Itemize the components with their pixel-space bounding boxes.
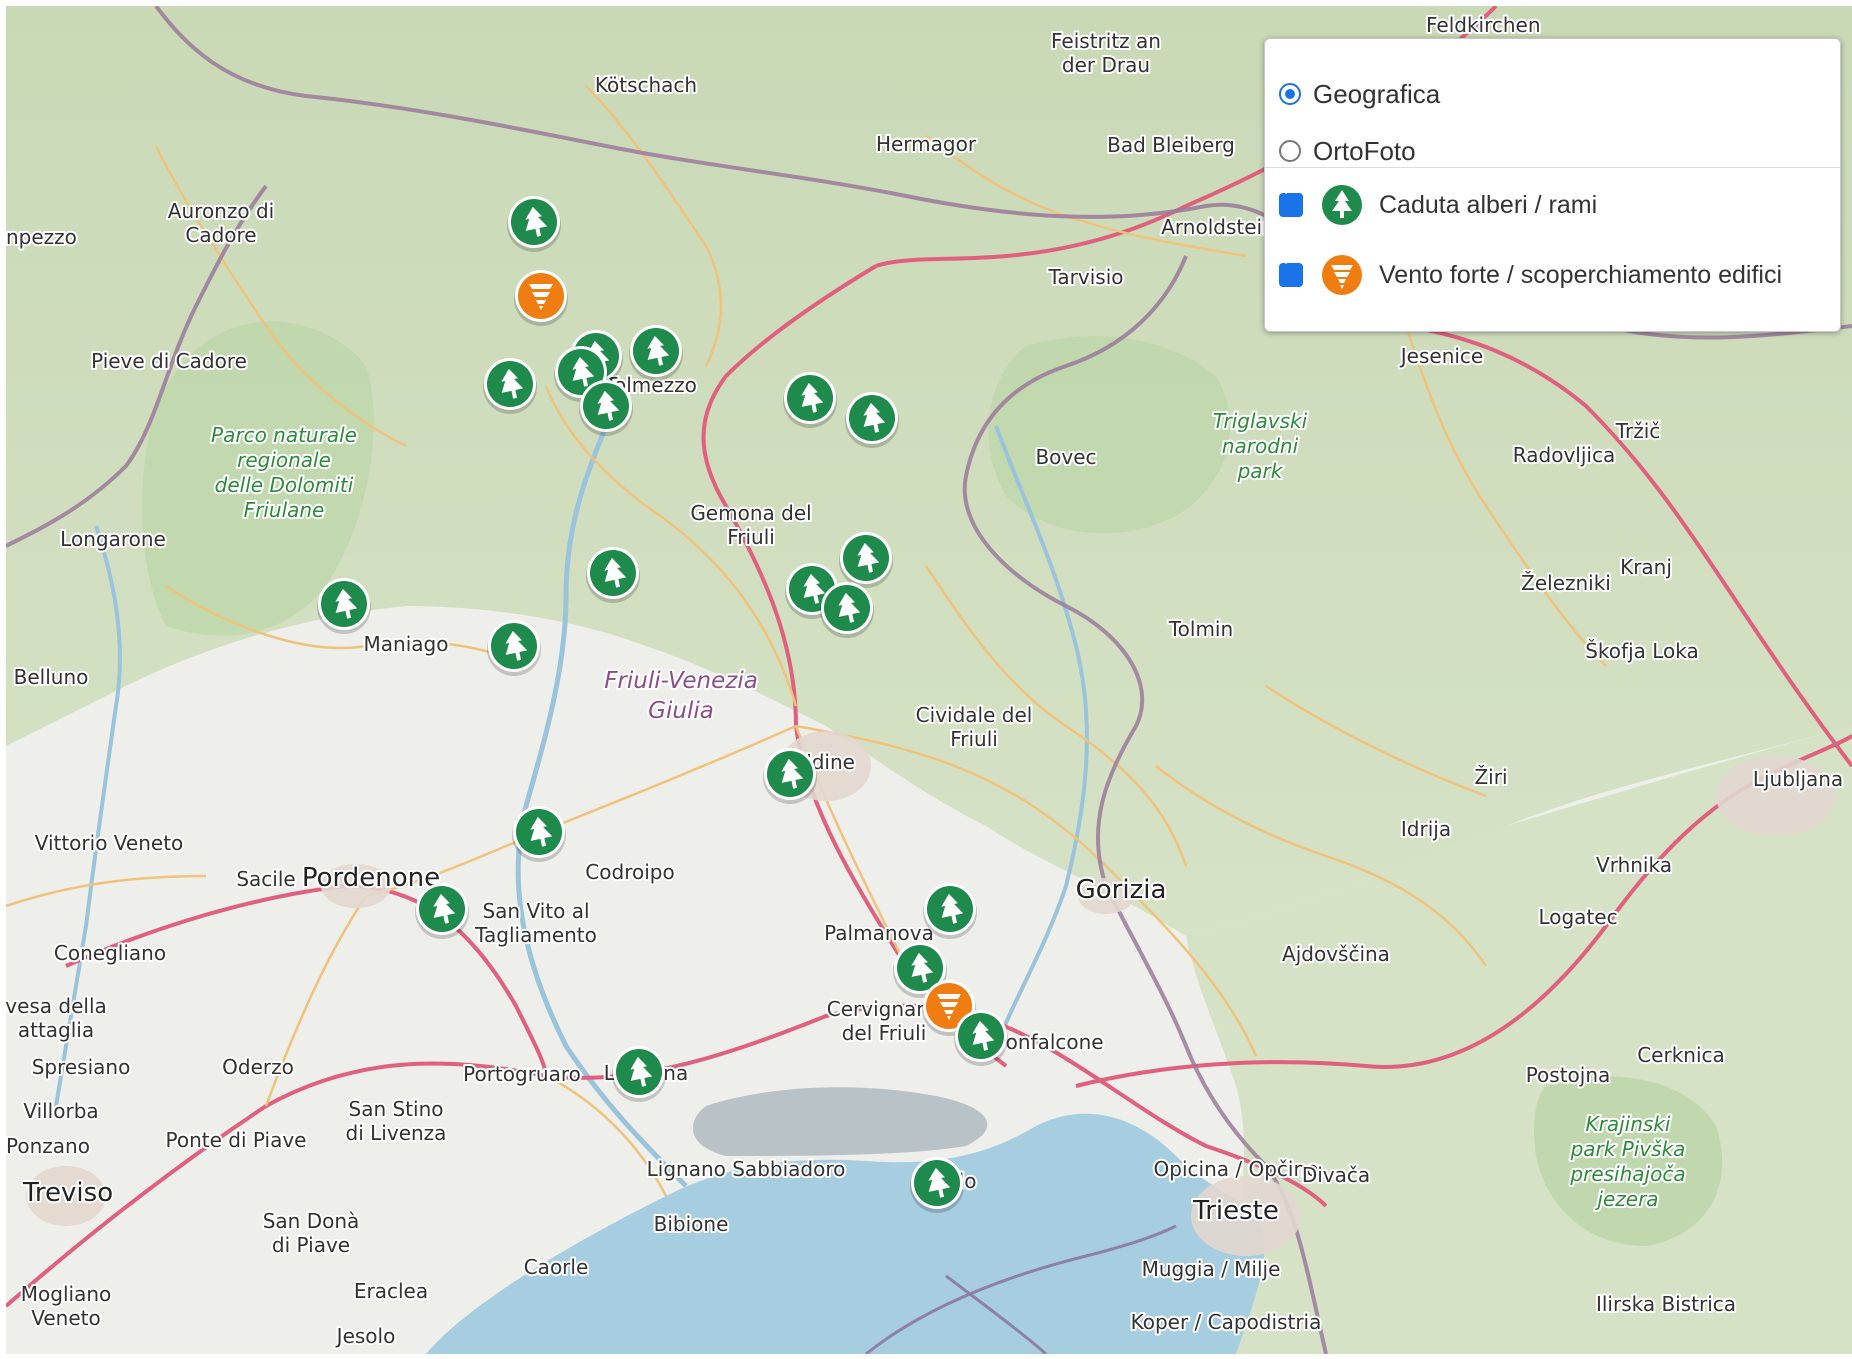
base-layer-geografica[interactable]: Geografica bbox=[1279, 79, 1440, 109]
place-label: Železniki bbox=[1521, 571, 1611, 595]
place-label: Ilirska Bistrica bbox=[1596, 1292, 1736, 1316]
tree-fall-marker[interactable] bbox=[923, 883, 977, 939]
place-label: Bibione bbox=[654, 1212, 729, 1236]
tree-fall-marker[interactable] bbox=[415, 883, 469, 939]
place-label: Treviso bbox=[22, 1178, 113, 1208]
place-label: Žiri bbox=[1474, 765, 1507, 789]
place-label: npezzo bbox=[6, 225, 77, 249]
screenshot-frame: Feldkirchen Feistritz an der Drau Kötschach… bbox=[0, 0, 1852, 1359]
place-label: Jesenice bbox=[1399, 344, 1483, 368]
lagoon bbox=[692, 1087, 988, 1156]
place-label: Kötschach bbox=[595, 73, 697, 97]
map-canvas[interactable]: Feldkirchen Feistritz an der Drau Kötschach… bbox=[6, 6, 1852, 1354]
place-label: Villorba bbox=[23, 1099, 98, 1123]
place-label: Codroipo bbox=[585, 860, 674, 884]
place-label: Koper / Capodistria bbox=[1131, 1310, 1322, 1334]
place-label: Caorle bbox=[524, 1255, 589, 1279]
place-label: Trieste bbox=[1192, 1196, 1279, 1226]
base-layer-label: Geografica bbox=[1313, 78, 1441, 109]
place-label: Mogliano Veneto bbox=[21, 1282, 111, 1330]
place-label: Hermagor bbox=[876, 132, 977, 156]
place-label: Lignano Sabbiadoro bbox=[647, 1157, 846, 1181]
tree-fall-marker[interactable] bbox=[820, 582, 874, 638]
tree-fall-marker[interactable] bbox=[845, 392, 899, 448]
wind-marker[interactable] bbox=[514, 270, 568, 326]
place-label: San Vito al Tagliamento bbox=[474, 899, 597, 947]
place-label: San Stino di Livenza bbox=[346, 1097, 447, 1145]
overlay-label: Caduta alberi / rami bbox=[1379, 190, 1598, 219]
place-label: Feldkirchen bbox=[1426, 13, 1541, 37]
tree-fall-marker[interactable] bbox=[783, 372, 837, 428]
place-label: San Donà di Piave bbox=[263, 1209, 360, 1257]
tree-fall-marker[interactable] bbox=[317, 578, 371, 634]
place-label: Kranj bbox=[1620, 555, 1672, 579]
base-layer-label: OrtoFoto bbox=[1313, 135, 1416, 166]
place-label: Ljubljana bbox=[1753, 767, 1843, 791]
place-label: Longarone bbox=[60, 527, 166, 551]
overlay-label: Vento forte / scoperchiamento edifici bbox=[1379, 260, 1783, 289]
place-label: Pieve di Cadore bbox=[91, 349, 247, 373]
place-label: Postojna bbox=[1526, 1063, 1611, 1087]
place-label: Maniago bbox=[364, 632, 449, 656]
overlay-caduta-alberi[interactable]: Caduta alberi / rami bbox=[1279, 179, 1597, 231]
place-label: Gorizia bbox=[1076, 875, 1167, 905]
place-label: Oderzo bbox=[222, 1055, 294, 1079]
place-label: Tarvisio bbox=[1048, 265, 1124, 289]
place-label: vesa della attaglia bbox=[6, 994, 107, 1042]
tree-fall-marker[interactable] bbox=[586, 547, 640, 603]
tree-fall-marker[interactable] bbox=[483, 358, 537, 414]
place-label: Tržič bbox=[1615, 419, 1661, 443]
place-label: Spresiano bbox=[32, 1055, 131, 1079]
place-label: Ajdovščina bbox=[1282, 942, 1390, 966]
tree-fall-marker[interactable] bbox=[507, 196, 561, 252]
place-label: Idrija bbox=[1401, 817, 1451, 841]
tree-fall-marker[interactable] bbox=[579, 380, 633, 436]
tree-fall-marker[interactable] bbox=[954, 1010, 1008, 1066]
tree-fall-marker[interactable] bbox=[487, 620, 541, 676]
place-label: Pordenone bbox=[302, 863, 440, 893]
tree-fall-marker[interactable] bbox=[629, 325, 683, 381]
layer-separator bbox=[1265, 167, 1840, 168]
place-label: Bovec bbox=[1035, 445, 1096, 469]
place-label: Vrhnika bbox=[1596, 853, 1672, 877]
place-label: Logatec bbox=[1538, 905, 1617, 929]
tree-fall-marker[interactable] bbox=[910, 1157, 964, 1213]
base-layer-ortofoto[interactable]: OrtoFoto bbox=[1279, 136, 1416, 166]
place-label: Bad Bleiberg bbox=[1107, 133, 1235, 157]
tree-fall-marker[interactable] bbox=[612, 1046, 666, 1102]
place-label: Portogruaro bbox=[463, 1062, 581, 1086]
place-label: Vittorio Veneto bbox=[35, 831, 184, 855]
place-label: Palmanova bbox=[824, 921, 934, 945]
tornado-icon bbox=[1317, 250, 1367, 300]
tree-fall-marker[interactable] bbox=[763, 748, 817, 804]
place-label: Divača bbox=[1302, 1163, 1370, 1187]
place-label: Radovljica bbox=[1513, 443, 1615, 467]
place-label: Škofja Loka bbox=[1585, 639, 1699, 663]
place-label: Cerknica bbox=[1637, 1043, 1725, 1067]
place-label: Arnoldstein bbox=[1161, 215, 1275, 239]
place-label: Eraclea bbox=[354, 1279, 428, 1303]
place-label: Ponzano bbox=[6, 1134, 90, 1158]
layer-control-panel: Geografica OrtoFoto Caduta alberi / rami… bbox=[1264, 38, 1841, 332]
tree-icon bbox=[1317, 180, 1367, 230]
radio-geografica[interactable] bbox=[1279, 83, 1301, 105]
place-label: Belluno bbox=[14, 665, 89, 689]
overlay-vento-forte[interactable]: Vento forte / scoperchiamento edifici bbox=[1279, 249, 1782, 301]
place-label: Conegliano bbox=[54, 941, 166, 965]
place-label: Opicina / Opčine bbox=[1154, 1157, 1319, 1181]
place-label: Jesolo bbox=[335, 1324, 396, 1348]
place-label: Sacile bbox=[236, 867, 295, 891]
place-label: Ponte di Piave bbox=[166, 1128, 307, 1152]
place-label: Feistritz an der Drau bbox=[1051, 29, 1161, 77]
radio-ortofoto[interactable] bbox=[1279, 140, 1301, 162]
checkbox-vento-forte[interactable] bbox=[1279, 252, 1303, 287]
place-label: Muggia / Milje bbox=[1142, 1257, 1281, 1281]
tree-fall-marker[interactable] bbox=[512, 806, 566, 862]
place-label: Tolmin bbox=[1168, 617, 1233, 641]
checkbox-caduta-alberi[interactable] bbox=[1279, 182, 1303, 217]
tree-fall-marker[interactable] bbox=[839, 532, 893, 588]
